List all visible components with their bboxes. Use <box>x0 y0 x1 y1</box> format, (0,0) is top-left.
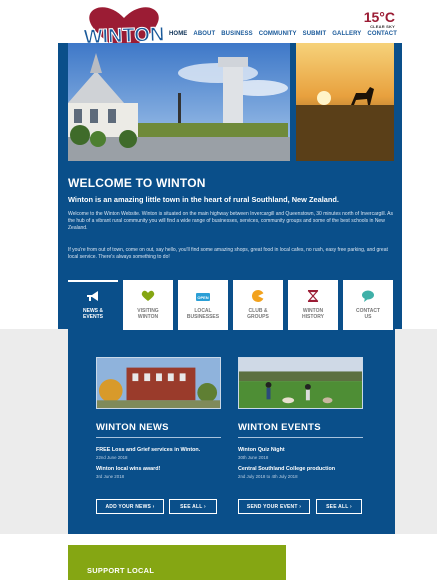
nav-community[interactable]: COMMUNITY <box>259 31 297 37</box>
event-item-date: 2nd July 2018 to 4th July 2018 <box>238 474 298 479</box>
news-rule <box>96 437 221 438</box>
welcome-paragraph-1: Welcome to the Winton Website. Winton is… <box>68 211 393 232</box>
events-rule <box>238 437 363 438</box>
card-local-businesses[interactable]: OPEN LOCAL BUSINESSES <box>178 280 228 330</box>
welcome-paragraph-2: If you're from out of town, come on out,… <box>68 247 388 261</box>
events-see-all-button[interactable]: SEE ALL › <box>316 499 362 514</box>
support-local-title: SUPPORT LOCAL <box>87 566 155 575</box>
add-news-button[interactable]: ADD YOUR NEWS › <box>96 499 164 514</box>
card-label-line2: GROUPS <box>247 314 269 320</box>
welcome-title: WELCOME TO WINTON <box>68 176 206 190</box>
card-label-line2: BUSINESSES <box>186 314 220 320</box>
send-event-button[interactable]: SEND YOUR EVENT › <box>238 499 310 514</box>
event-item-title[interactable]: Central Southland College production <box>238 466 335 472</box>
nav-business[interactable]: BUSINESS <box>221 31 252 37</box>
card-news-events[interactable]: NEWS & EVENTS <box>68 280 118 330</box>
nav-about[interactable]: ABOUT <box>193 31 215 37</box>
news-see-all-button[interactable]: SEE ALL › <box>169 499 217 514</box>
card-club-groups[interactable]: CLUB & GROUPS <box>233 280 283 330</box>
nav-contact[interactable]: CONTACT <box>367 31 397 37</box>
card-visiting-winton[interactable]: VISITING WINTON <box>123 280 173 330</box>
news-events-panel: WINTON NEWS FREE Loss and Grief services… <box>68 329 395 534</box>
open-sign-icon: OPEN <box>196 293 210 301</box>
temperature: 15°C <box>363 9 395 25</box>
card-label-line2: EVENTS <box>82 314 103 320</box>
sunset-horse-photo <box>296 43 394 161</box>
category-cards: NEWS & EVENTS VISITING WINTON OPEN LOCAL… <box>68 280 393 330</box>
nav-home[interactable]: HOME <box>169 31 187 37</box>
news-item-date: 3rd June 2018 <box>96 474 125 479</box>
main-nav: HOME ABOUT BUSINESS COMMUNITY SUBMIT GAL… <box>169 31 397 37</box>
welcome-subtitle: Winton is an amazing little town in the … <box>68 195 339 204</box>
nav-submit[interactable]: SUBMIT <box>303 31 327 37</box>
news-item-title[interactable]: FREE Loss and Grief services in Winton. <box>96 447 200 453</box>
event-item-title[interactable]: Winton Quiz Night <box>238 447 285 453</box>
events-title: WINTON EVENTS <box>238 422 321 433</box>
megaphone-icon <box>87 291 98 301</box>
card-label-line2: US <box>364 314 372 320</box>
card-label-line2: WINTON <box>137 314 159 320</box>
nav-gallery[interactable]: GALLERY <box>332 31 361 37</box>
heart-icon <box>141 290 155 301</box>
news-photo <box>96 357 221 409</box>
weather-widget: 15°C CLEAR SKY <box>364 10 395 30</box>
town-photo <box>68 43 290 161</box>
hourglass-icon <box>307 290 319 302</box>
card-contact-us[interactable]: CONTACT US <box>343 280 393 330</box>
news-item-title[interactable]: Winton local wins award! <box>96 466 160 472</box>
chat-icon <box>362 290 374 302</box>
news-item-date: 22nd June 2018 <box>96 455 128 460</box>
events-photo <box>238 357 363 409</box>
site-header: WINTON 15°C CLEAR SKY HOME ABOUT BUSINES… <box>0 0 437 54</box>
news-title: WINTON NEWS <box>96 422 169 433</box>
svg-text:OPEN: OPEN <box>197 295 208 300</box>
event-item-date: 30th June 2018 <box>238 455 269 460</box>
card-label-line2: HISTORY <box>302 314 324 320</box>
card-winton-history[interactable]: WINTON HISTORY <box>288 280 338 330</box>
club-icon <box>252 290 264 302</box>
support-local-banner[interactable]: SUPPORT LOCAL <box>68 545 286 580</box>
